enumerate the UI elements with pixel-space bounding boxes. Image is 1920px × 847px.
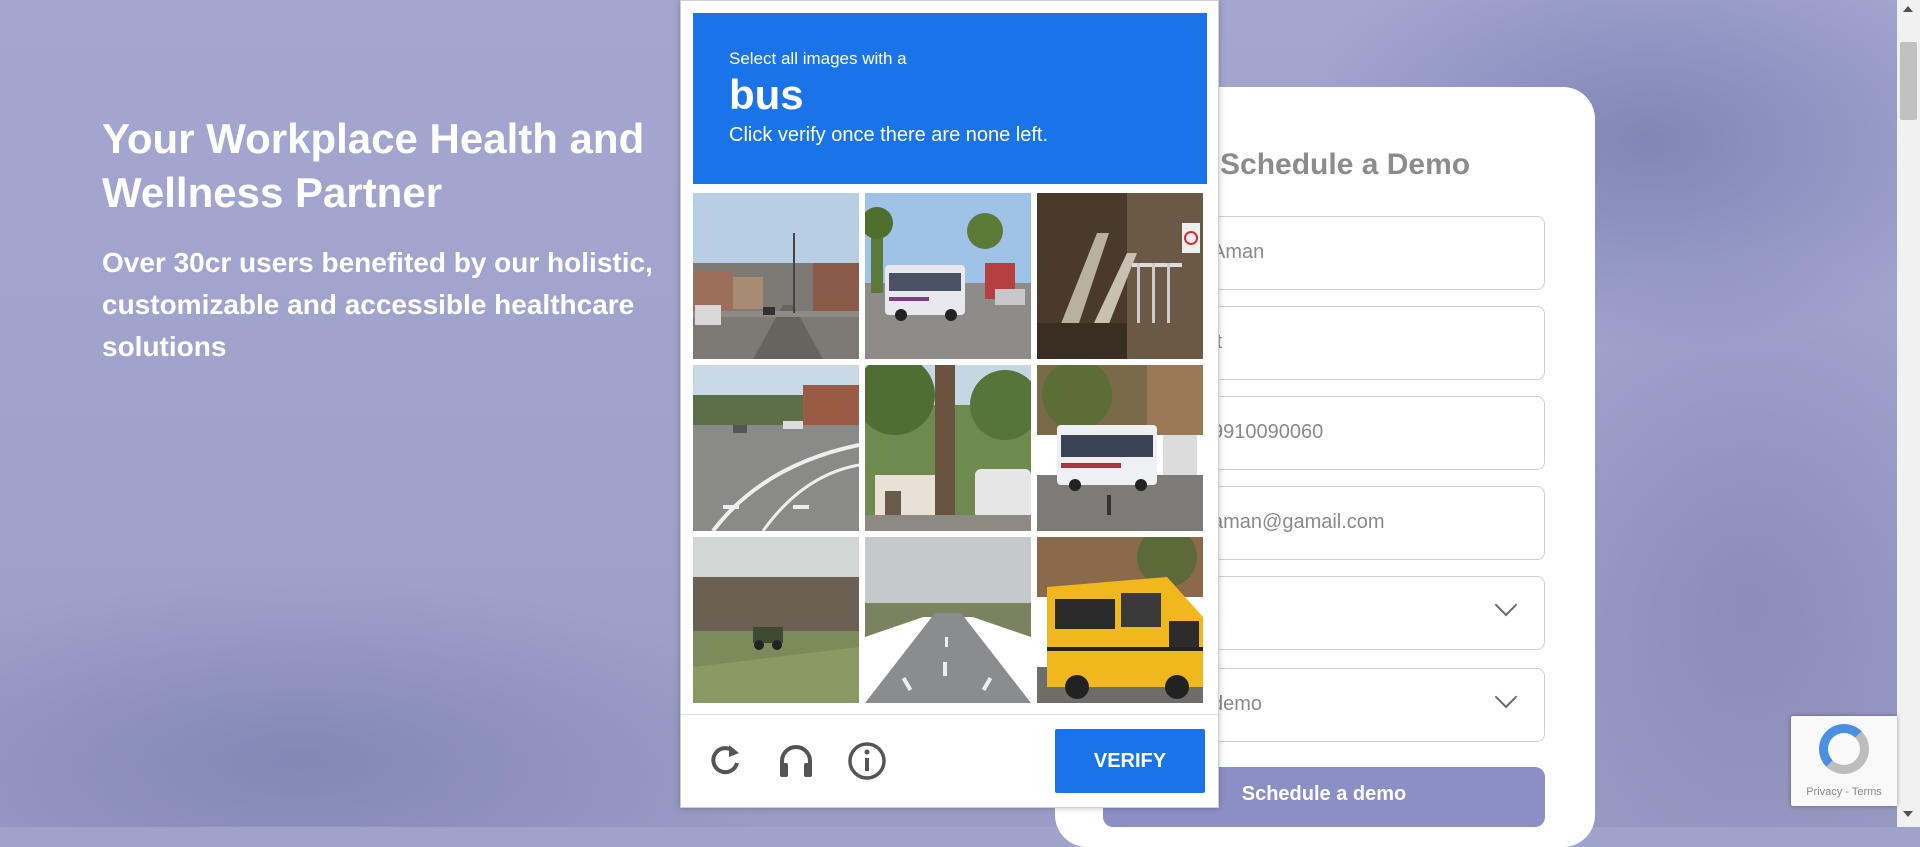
captcha-challenge: Select all images with a bus Click verif… [680, 0, 1219, 808]
captcha-tile-palm-tree-house[interactable] [865, 365, 1031, 531]
captcha-tile-road-intersection[interactable] [693, 365, 859, 531]
captcha-tile-street-town-scene[interactable] [693, 193, 859, 359]
recaptcha-logo-icon [1819, 724, 1869, 774]
captcha-target: bus [729, 71, 804, 118]
captcha-instruction: Select all images with a [729, 49, 907, 68]
phone-value: 9910090060 [1212, 421, 1324, 443]
audio-icon[interactable] [776, 741, 816, 781]
name-value: Aman [1212, 241, 1265, 263]
recaptcha-badge[interactable]: Privacy - Terms [1791, 716, 1897, 806]
form-title: Schedule a Demo [1220, 148, 1471, 181]
demo-type-value: demo [1212, 693, 1263, 715]
chevron-down-icon [1494, 685, 1518, 709]
captcha-tile-highway-road[interactable] [865, 537, 1031, 703]
captcha-tile-stair-railing[interactable] [1037, 193, 1203, 359]
reload-icon[interactable] [705, 741, 745, 781]
chevron-down-icon [1494, 593, 1518, 617]
captcha-tile-yellow-school-bus[interactable] [1037, 537, 1203, 703]
email-value: aman@gamail.com [1212, 511, 1385, 533]
verify-button[interactable]: VERIFY [1055, 729, 1205, 793]
scroll-up-arrow-icon[interactable] [1903, 6, 1913, 12]
info-icon[interactable] [847, 741, 887, 781]
captcha-footer: VERIFY [681, 714, 1218, 808]
captcha-tile-street-with-bus[interactable] [865, 193, 1031, 359]
captcha-header: Select all images with a bus Click verif… [693, 13, 1207, 184]
scroll-down-arrow-icon[interactable] [1903, 811, 1913, 817]
recaptcha-links[interactable]: Privacy - Terms [1791, 786, 1897, 798]
captcha-hint: Click verify once there are none left. [729, 124, 1049, 146]
captcha-tile-street-with-bus-2[interactable] [1037, 365, 1203, 531]
scroll-thumb[interactable] [1900, 42, 1917, 120]
hero-title: Your Workplace Health and Wellness Partn… [102, 115, 645, 216]
captcha-tile-grass-field-tractor[interactable] [693, 537, 859, 703]
page-scrollbar[interactable] [1897, 0, 1920, 827]
hero-subtitle: Over 30cr users benefited by our holisti… [102, 247, 653, 362]
